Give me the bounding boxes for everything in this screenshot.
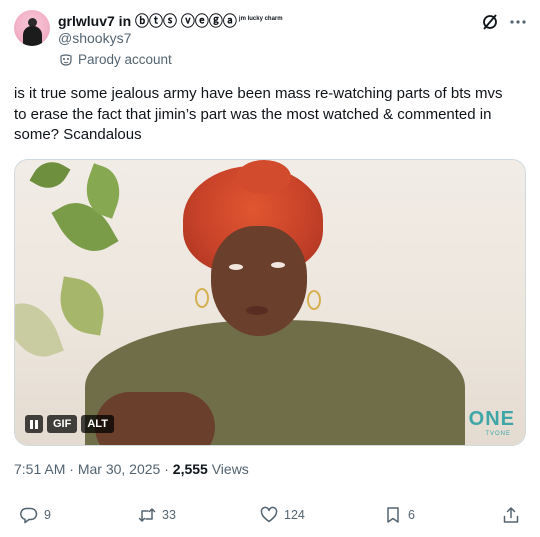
gif-person-hair-bun (237, 160, 291, 194)
reply-count: 9 (44, 508, 51, 522)
gif-controls: GIF ALT (25, 415, 114, 433)
grok-icon[interactable] (480, 12, 500, 32)
views-count: 2,555 (172, 461, 208, 477)
pause-icon (30, 419, 38, 429)
share-icon (503, 507, 519, 523)
pause-button[interactable] (25, 415, 43, 433)
tweet-date[interactable]: Mar 30, 2025 (78, 461, 161, 477)
bookmark-icon (387, 507, 399, 523)
parody-label[interactable]: Parody account (60, 52, 172, 67)
display-name-text: grlwluv7 in ⓑⓣⓢ ⓥⓔⓖⓐ (58, 13, 237, 29)
display-name[interactable]: grlwluv7 in ⓑⓣⓢ ⓥⓔⓖⓐ jm lucky charm (58, 11, 283, 31)
display-name-superscript: jm lucky charm (238, 16, 283, 22)
meta-separator: · (164, 461, 169, 477)
gif-person-mouth (246, 306, 268, 315)
gif-person-face (211, 226, 307, 336)
gif-person-eye (271, 262, 285, 268)
repost-button[interactable]: 33 (138, 506, 176, 524)
views-label: Views (211, 461, 249, 477)
reply-button[interactable]: 9 (20, 506, 51, 524)
repost-count: 33 (162, 508, 176, 522)
tv-one-watermark-sub: TVONE (485, 431, 511, 437)
tweet-time[interactable]: 7:51 AM (14, 461, 65, 477)
meta-separator: · (69, 461, 74, 477)
bookmark-button[interactable]: 6 (384, 506, 415, 524)
alt-text-button[interactable]: ALT (81, 415, 114, 433)
like-icon (260, 506, 278, 523)
avatar[interactable] (14, 10, 50, 46)
tweet-media-gif[interactable]: ONE TVONE GIF ALT (14, 159, 526, 446)
tweet-actions: 9 33 124 6 (14, 506, 526, 526)
reply-icon (20, 507, 38, 524)
tv-one-watermark: ONE (468, 408, 515, 430)
gif-person-eye (229, 264, 243, 270)
avatar-figure-body (23, 26, 42, 46)
repost-icon (138, 508, 156, 522)
like-count: 124 (284, 508, 305, 522)
user-handle[interactable]: @shookys7 (58, 30, 131, 46)
gif-person-earring (307, 290, 321, 310)
tweet-meta: 7:51 AM · Mar 30, 2025 · 2,555 Views (14, 461, 249, 477)
share-button[interactable] (502, 506, 520, 524)
bookmark-count: 6 (408, 508, 415, 522)
like-button[interactable]: 124 (260, 506, 305, 524)
gif-person-earring (195, 288, 209, 308)
tweet-header: grlwluv7 in ⓑⓣⓢ ⓥⓔⓖⓐ jm lucky charm @shoo… (14, 10, 526, 70)
parody-mask-icon (60, 53, 72, 66)
tweet-text: is it true some jealous army have been m… (14, 85, 503, 143)
more-icon[interactable] (507, 12, 529, 32)
gif-badge: GIF (47, 415, 78, 433)
parody-label-text: Parody account (78, 52, 172, 67)
